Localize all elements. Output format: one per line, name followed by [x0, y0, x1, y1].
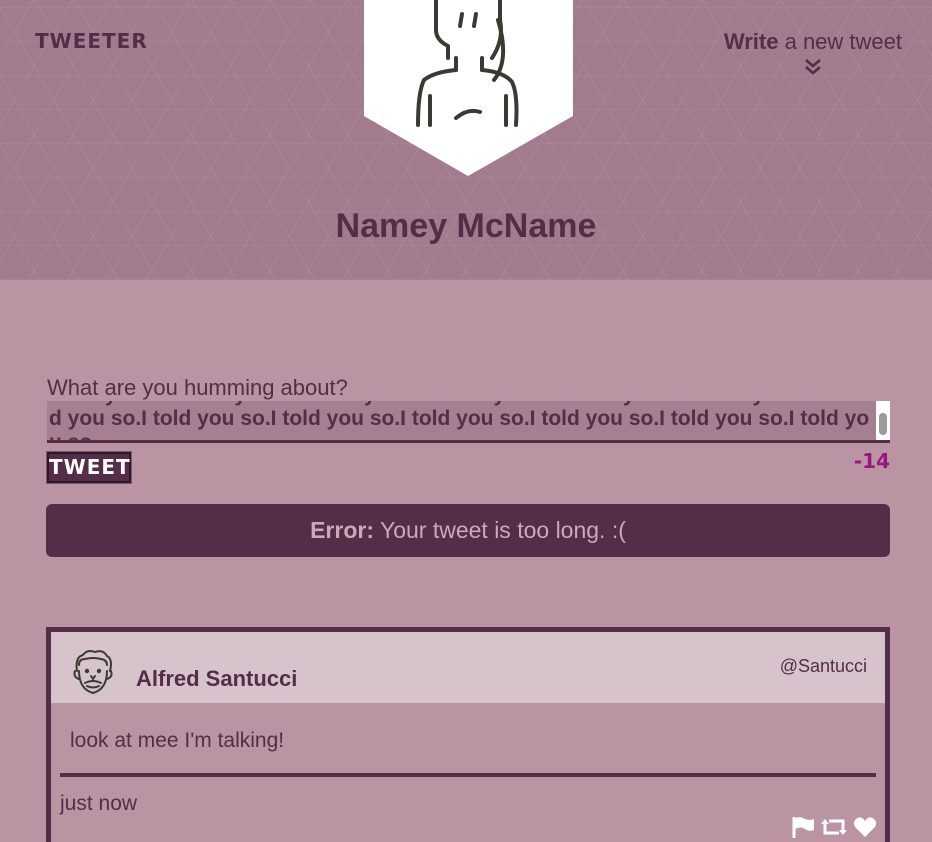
tweet-textarea[interactable]: I told you so.I told you so.I told you s…	[47, 401, 890, 443]
tweet-timestamp: just now	[60, 792, 138, 815]
chevron-double-down-icon	[805, 59, 821, 75]
error-message: Error: Your tweet is too long. :(	[46, 504, 890, 557]
character-counter: -14	[853, 449, 890, 473]
error-label: Error:	[310, 517, 374, 543]
tweet-card: Alfred Santucci @Santucci look at mee I'…	[46, 627, 890, 842]
heart-icon[interactable]	[853, 815, 877, 842]
textarea-scrollbar[interactable]	[876, 401, 890, 440]
error-text: Your tweet is too long. :(	[374, 517, 626, 543]
compose-link-text: Write a new tweet	[723, 29, 902, 54]
compose-label: What are you humming about?	[47, 375, 348, 400]
brand-logo[interactable]: TWEETER	[35, 29, 148, 53]
write-new-tweet-link[interactable]: Write a new tweet	[724, 29, 902, 77]
tweet-author-name: Alfred Santucci	[136, 666, 298, 691]
tweet-text-value: I told you so.I told you so.I told you s…	[49, 401, 870, 443]
profile-header: TWEETER Write a new tweet Namey McName	[0, 0, 932, 280]
tweet-header: Alfred Santucci @Santucci	[51, 632, 885, 703]
tweet-actions	[791, 815, 877, 842]
tweet-button[interactable]: TWEET	[46, 451, 132, 484]
retweet-icon[interactable]	[821, 815, 847, 842]
tweet-author-handle: @Santucci	[779, 656, 867, 676]
tweet-divider	[60, 773, 876, 777]
profile-avatar	[364, 0, 573, 176]
scrollbar-thumb[interactable]	[879, 413, 887, 435]
tweet-body: look at mee I'm talking!	[70, 729, 285, 752]
profile-name: Namey McName	[335, 207, 597, 245]
flag-icon[interactable]	[791, 815, 815, 842]
user-avatar-icon	[73, 650, 113, 695]
